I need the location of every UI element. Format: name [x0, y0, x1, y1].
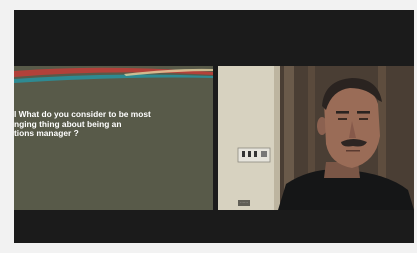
video-grid: l What do you consider to be most nging … — [14, 66, 414, 210]
shared-screen-tile[interactable]: l What do you consider to be most nging … — [14, 66, 213, 210]
participant-name-label: ······ — [238, 200, 250, 206]
slide-question-text: l What do you consider to be most nging … — [14, 109, 151, 139]
bottom-black-area — [14, 210, 414, 243]
slide-header-decoration — [14, 66, 213, 86]
participant-video-feed — [218, 66, 414, 210]
participant-video-tile[interactable]: ······ — [218, 66, 414, 210]
meeting-window: l What do you consider to be most nging … — [14, 10, 414, 243]
